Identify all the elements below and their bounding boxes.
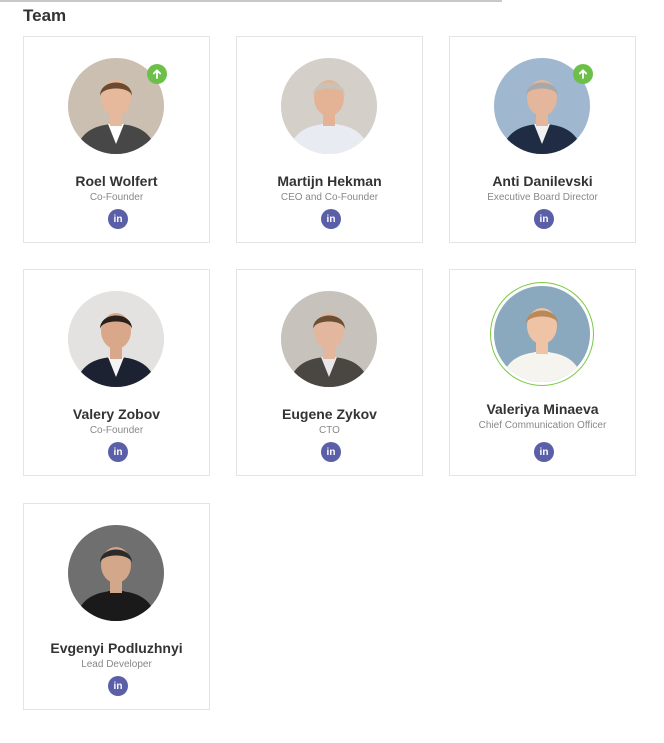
member-name: Anti Danilevski	[492, 173, 593, 189]
team-member-card: Eugene Zykov CTO in	[236, 269, 423, 476]
linkedin-icon[interactable]: in	[534, 209, 554, 229]
member-role: Executive Board Director	[487, 192, 598, 203]
team-member-card: Martijn Hekman CEO and Co-Founder in	[236, 36, 423, 243]
team-member-card: Valery Zobov Co-Founder in	[23, 269, 210, 476]
linkedin-icon[interactable]: in	[108, 676, 128, 696]
team-member-card: Roel Wolfert Co-Founder in	[23, 36, 210, 243]
team-member-card: Evgenyi Podluzhnyi Lead Developer in	[23, 503, 210, 710]
member-role: Co-Founder	[89, 425, 144, 436]
member-role: Lead Developer	[81, 659, 152, 670]
linkedin-icon[interactable]: in	[321, 442, 341, 462]
linkedin-icon[interactable]: in	[108, 209, 128, 229]
top-divider	[0, 0, 502, 2]
member-name: Roel Wolfert	[75, 173, 158, 189]
linkedin-icon[interactable]: in	[108, 442, 128, 462]
member-role: CTO	[319, 425, 340, 436]
team-member-card: Valeriya Minaeva Chief Communication Offi…	[449, 269, 636, 476]
member-avatar	[494, 286, 590, 382]
arrow-up-badge-icon	[573, 64, 593, 84]
member-avatar	[68, 525, 164, 621]
linkedin-icon[interactable]: in	[534, 442, 554, 462]
member-role: Co-Founder	[89, 192, 144, 203]
member-avatar	[281, 291, 377, 387]
linkedin-icon[interactable]: in	[321, 209, 341, 229]
member-name: Martijn Hekman	[277, 173, 382, 189]
team-member-card: Anti Danilevski Executive Board Director i…	[449, 36, 636, 243]
member-avatar	[281, 58, 377, 154]
member-name: Valeriya Minaeva	[486, 401, 599, 417]
member-name: Eugene Zykov	[282, 406, 377, 422]
member-name: Evgenyi Podluzhnyi	[50, 640, 183, 656]
member-name: Valery Zobov	[72, 406, 161, 422]
section-title: Team	[23, 6, 67, 25]
member-avatar	[68, 291, 164, 387]
member-role: Chief Communication Officer	[478, 420, 607, 431]
arrow-up-badge-icon	[147, 64, 167, 84]
member-role: CEO and Co-Founder	[280, 192, 379, 203]
